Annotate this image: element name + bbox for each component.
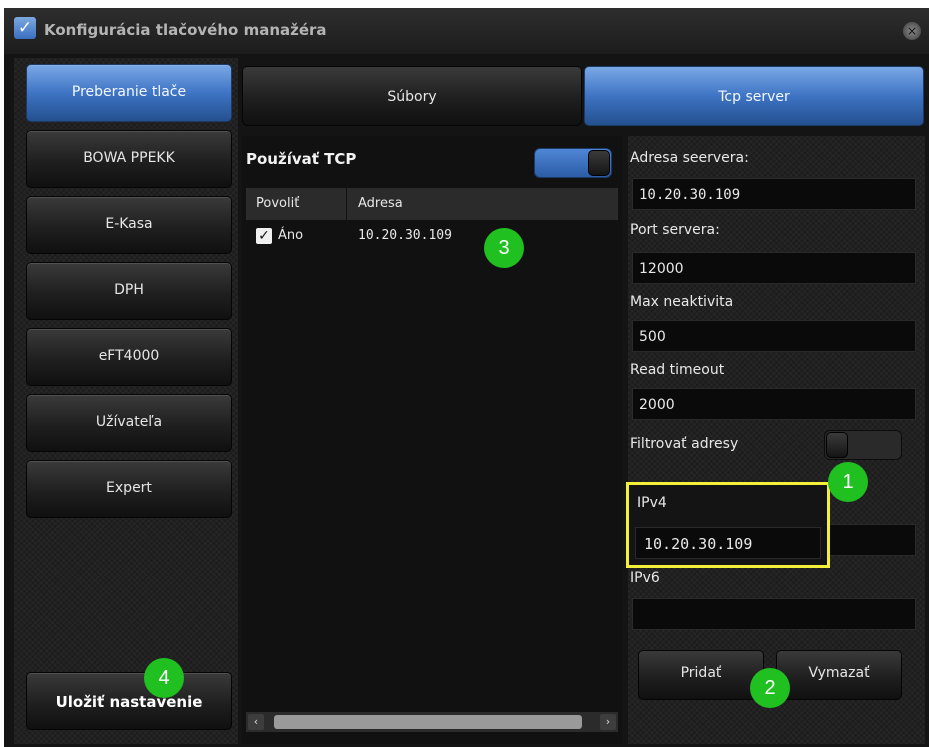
title-bar: ✓ Konfigurácia tlačového manažéra × bbox=[4, 8, 929, 54]
add-button[interactable]: Pridať bbox=[638, 650, 764, 700]
use-tcp-label: Používať TCP bbox=[246, 150, 357, 168]
enabled-checkbox[interactable]: ✓ bbox=[256, 228, 272, 244]
sidebar-item-uzivatela[interactable]: Užívateľa bbox=[26, 394, 232, 452]
column-divider bbox=[346, 188, 347, 220]
sidebar-item-eft4000[interactable]: eFT4000 bbox=[26, 328, 232, 386]
server-settings-panel: Adresa seervera: 10.20.30.109 Port serve… bbox=[628, 136, 925, 744]
sidebar: Preberanie tlače BOWA PPEKK E-Kasa DPH e… bbox=[14, 58, 238, 744]
save-settings-button[interactable]: Uložiť nastavenie bbox=[26, 672, 232, 730]
address-table-header: Povoliť Adresa bbox=[246, 188, 618, 220]
sidebar-item-expert[interactable]: Expert bbox=[26, 460, 232, 518]
sidebar-item-e-kasa[interactable]: E-Kasa bbox=[26, 196, 232, 254]
max-inactivity-label: Max neaktivita bbox=[630, 294, 734, 310]
ipv4-label: IPv4 bbox=[637, 495, 667, 511]
toggle-knob bbox=[826, 432, 848, 458]
address-value: 10.20.30.109 bbox=[358, 228, 452, 243]
annotation-badge-3: 3 bbox=[484, 228, 524, 268]
use-tcp-toggle[interactable] bbox=[534, 148, 612, 178]
ipv4-highlight-box: IPv4 10.20.30.109 bbox=[626, 482, 830, 568]
annotation-badge-4: 4 bbox=[144, 658, 184, 698]
server-port-input[interactable]: 12000 bbox=[632, 252, 916, 284]
annotation-badge-1: 1 bbox=[828, 462, 868, 502]
read-timeout-label: Read timeout bbox=[630, 362, 725, 378]
ipv6-label: IPv6 bbox=[630, 570, 660, 586]
server-address-label: Adresa seervera: bbox=[630, 150, 749, 166]
column-header-adresa[interactable]: Adresa bbox=[358, 196, 403, 211]
horizontal-scrollbar[interactable]: ‹ › bbox=[246, 712, 618, 732]
sidebar-item-preberanie-tlace[interactable]: Preberanie tlače bbox=[26, 64, 232, 122]
enabled-value: Áno bbox=[278, 228, 304, 243]
window-title: Konfigurácia tlačového manažéra bbox=[44, 21, 327, 39]
ipv6-input[interactable] bbox=[632, 598, 916, 630]
annotation-badge-2: 2 bbox=[750, 668, 790, 708]
server-address-input[interactable]: 10.20.30.109 bbox=[632, 178, 916, 210]
server-port-label: Port servera: bbox=[630, 222, 720, 238]
column-header-povolit[interactable]: Povoliť bbox=[256, 196, 299, 211]
toggle-knob bbox=[588, 150, 610, 176]
delete-button[interactable]: Vymazať bbox=[776, 650, 902, 700]
scroll-left-icon[interactable]: ‹ bbox=[248, 714, 264, 730]
max-inactivity-input[interactable]: 500 bbox=[632, 320, 916, 352]
scroll-right-icon[interactable]: › bbox=[600, 714, 616, 730]
tab-subory[interactable]: Súbory bbox=[242, 66, 582, 126]
check-icon: ✓ bbox=[14, 17, 36, 39]
scroll-thumb[interactable] bbox=[274, 715, 582, 729]
ipv4-input[interactable]: 10.20.30.109 bbox=[635, 527, 821, 559]
read-timeout-input[interactable]: 2000 bbox=[632, 388, 916, 420]
config-window: ✓ Konfigurácia tlačového manažéra × Preb… bbox=[4, 8, 929, 747]
filter-addresses-label: Filtrovať adresy bbox=[630, 436, 739, 452]
table-row[interactable]: ✓ Áno 10.20.30.109 bbox=[246, 224, 618, 250]
tab-tcp-server[interactable]: Tcp server bbox=[584, 66, 924, 126]
sidebar-item-bowa-ppekk[interactable]: BOWA PPEKK bbox=[26, 130, 232, 188]
filter-addresses-toggle[interactable] bbox=[824, 430, 902, 460]
close-icon[interactable]: × bbox=[903, 22, 921, 40]
tcp-panel: Používať TCP Povoliť Adresa ✓ Áno 10.20.… bbox=[242, 136, 622, 744]
sidebar-item-dph[interactable]: DPH bbox=[26, 262, 232, 320]
